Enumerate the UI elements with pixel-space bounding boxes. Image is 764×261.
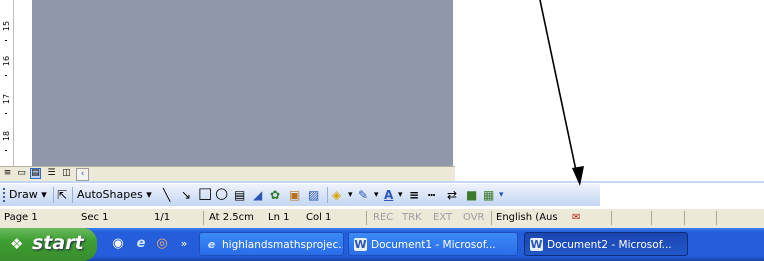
annotation-arrow [539, 0, 584, 186]
annotation-arrow-line [539, 0, 579, 181]
annotation-arrow-head [572, 166, 584, 186]
